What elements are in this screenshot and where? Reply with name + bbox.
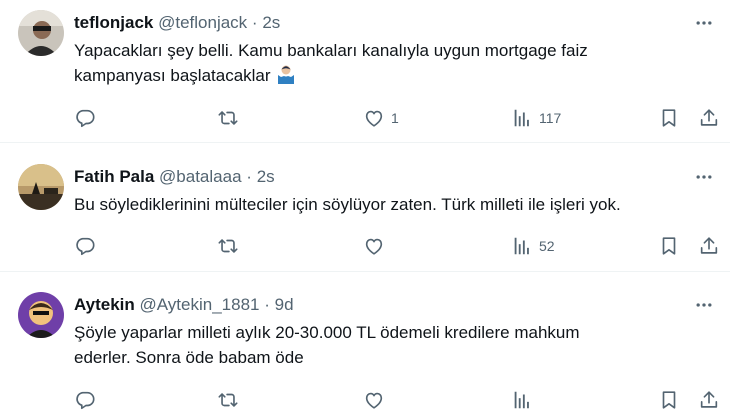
display-name[interactable]: Fatih Pala: [74, 167, 154, 186]
reply-icon: [74, 107, 96, 129]
timestamp[interactable]: 9d: [275, 295, 294, 314]
avatar[interactable]: [18, 292, 64, 338]
retweet-button[interactable]: [217, 106, 245, 130]
share-button[interactable]: [698, 388, 720, 412]
display-name[interactable]: Aytekin: [74, 295, 135, 314]
person-shrugging-emoji-icon: [275, 63, 297, 92]
timestamp[interactable]: 2s: [262, 13, 280, 32]
more-icon[interactable]: [692, 13, 716, 33]
tweet-text-line: kampanyası başlatacaklar: [74, 66, 271, 85]
avatar[interactable]: [18, 10, 64, 56]
tweet-text-line: Şöyle yaparlar milleti aylık 20-30.000 T…: [74, 323, 580, 342]
tweet-actions: [74, 388, 724, 412]
tweet-text-line: ederler. Sonra öde babam öde: [74, 348, 304, 367]
tweet-text-line: Yapacakları şey belli. Kamu bankaları ka…: [74, 41, 588, 60]
views-icon: [511, 235, 533, 257]
tweet-text: Bu söylediklerinini mülteciler için söyl…: [74, 192, 714, 217]
heart-icon: [363, 235, 385, 257]
views-icon: [511, 107, 533, 129]
reply-button[interactable]: [74, 388, 102, 412]
tweet[interactable]: teflonjack @teflonjack · 2s Yapacakları …: [0, 0, 730, 142]
handle[interactable]: @batalaaa: [159, 167, 242, 186]
reply-button[interactable]: [74, 106, 102, 130]
display-name[interactable]: teflonjack: [74, 13, 153, 32]
tweet-text-line: Bu söylediklerinini mülteciler için söyl…: [74, 195, 621, 214]
more-icon[interactable]: [692, 167, 716, 187]
view-count: 52: [539, 238, 555, 254]
tweet[interactable]: Fatih Pala @batalaaa · 2s Bu söyledikler…: [0, 143, 730, 271]
retweet-icon: [217, 235, 239, 257]
like-count: 1: [391, 110, 399, 126]
heart-icon: [363, 389, 385, 411]
heart-icon: [363, 107, 385, 129]
bookmark-button[interactable]: [658, 234, 680, 258]
handle[interactable]: @Aytekin_1881: [140, 295, 260, 314]
bookmark-button[interactable]: [658, 388, 680, 412]
tweet-text: Yapacakları şey belli. Kamu bankaları ka…: [74, 38, 714, 92]
tweet[interactable]: Aytekin @Aytekin_1881 · 9d Şöyle yaparla…: [0, 272, 730, 420]
bookmark-icon: [658, 389, 680, 411]
retweet-button[interactable]: [217, 388, 245, 412]
share-icon: [698, 107, 720, 129]
tweet-header: Aytekin @Aytekin_1881 · 9d: [74, 295, 294, 315]
share-icon: [698, 389, 720, 411]
timestamp[interactable]: 2s: [257, 167, 275, 186]
share-icon: [698, 235, 720, 257]
views-button[interactable]: 52: [511, 234, 555, 258]
separator: ·: [246, 167, 252, 186]
more-icon[interactable]: [692, 295, 716, 315]
avatar[interactable]: [18, 164, 64, 210]
tweet-header: Fatih Pala @batalaaa · 2s: [74, 167, 275, 187]
views-button[interactable]: 117: [511, 106, 561, 130]
share-button[interactable]: [698, 106, 720, 130]
views-button[interactable]: [511, 388, 539, 412]
tweet-actions: 1 117: [74, 106, 724, 130]
like-button[interactable]: [363, 388, 391, 412]
reply-button[interactable]: [74, 234, 102, 258]
like-button[interactable]: [363, 234, 391, 258]
tweet-text: Şöyle yaparlar milleti aylık 20-30.000 T…: [74, 320, 714, 370]
bookmark-icon: [658, 107, 680, 129]
tweet-header: teflonjack @teflonjack · 2s: [74, 13, 280, 33]
bookmark-icon: [658, 235, 680, 257]
view-count: 117: [539, 110, 562, 126]
retweet-icon: [217, 107, 239, 129]
share-button[interactable]: [698, 234, 720, 258]
retweet-icon: [217, 389, 239, 411]
handle[interactable]: @teflonjack: [158, 13, 247, 32]
retweet-button[interactable]: [217, 234, 245, 258]
separator: ·: [251, 13, 258, 32]
tweet-actions: 52: [74, 234, 724, 258]
reply-icon: [74, 389, 96, 411]
separator: ·: [264, 295, 270, 314]
reply-icon: [74, 235, 96, 257]
bookmark-button[interactable]: [658, 106, 680, 130]
like-button[interactable]: 1: [363, 106, 399, 130]
views-icon: [511, 389, 533, 411]
